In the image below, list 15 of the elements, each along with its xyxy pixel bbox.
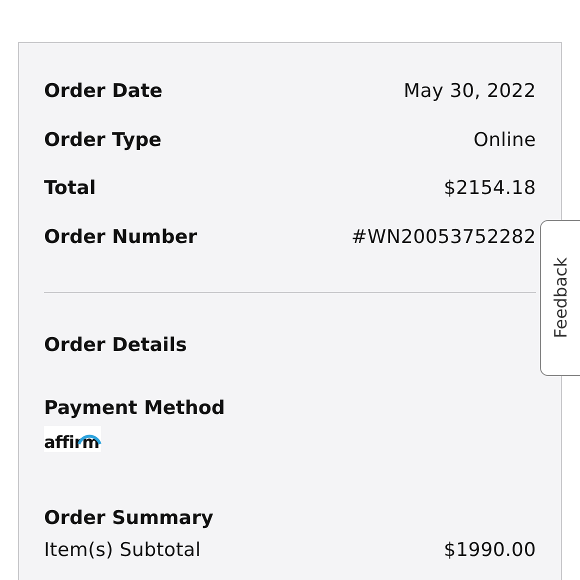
section-title: Order Summary xyxy=(44,506,214,531)
field-label: Order Number xyxy=(44,224,198,250)
affirm-logo: affirm xyxy=(44,426,102,452)
feedback-tab[interactable]: Feedback xyxy=(540,220,580,376)
summary-label: Item(s) Subtotal xyxy=(44,538,201,564)
field-value: #WN20053752282 xyxy=(351,224,536,250)
field-label: Order Type xyxy=(44,128,162,152)
section-title: Order Details xyxy=(44,333,188,358)
field-value: $2154.18 xyxy=(444,176,536,201)
summary-value: $1990.00 xyxy=(444,538,536,564)
field-label: Total xyxy=(44,176,96,201)
field-value: May 30, 2022 xyxy=(404,79,536,104)
section-title: Payment Method xyxy=(44,396,226,420)
field-label: Order Date xyxy=(44,79,163,104)
field-value: Online xyxy=(474,128,536,152)
